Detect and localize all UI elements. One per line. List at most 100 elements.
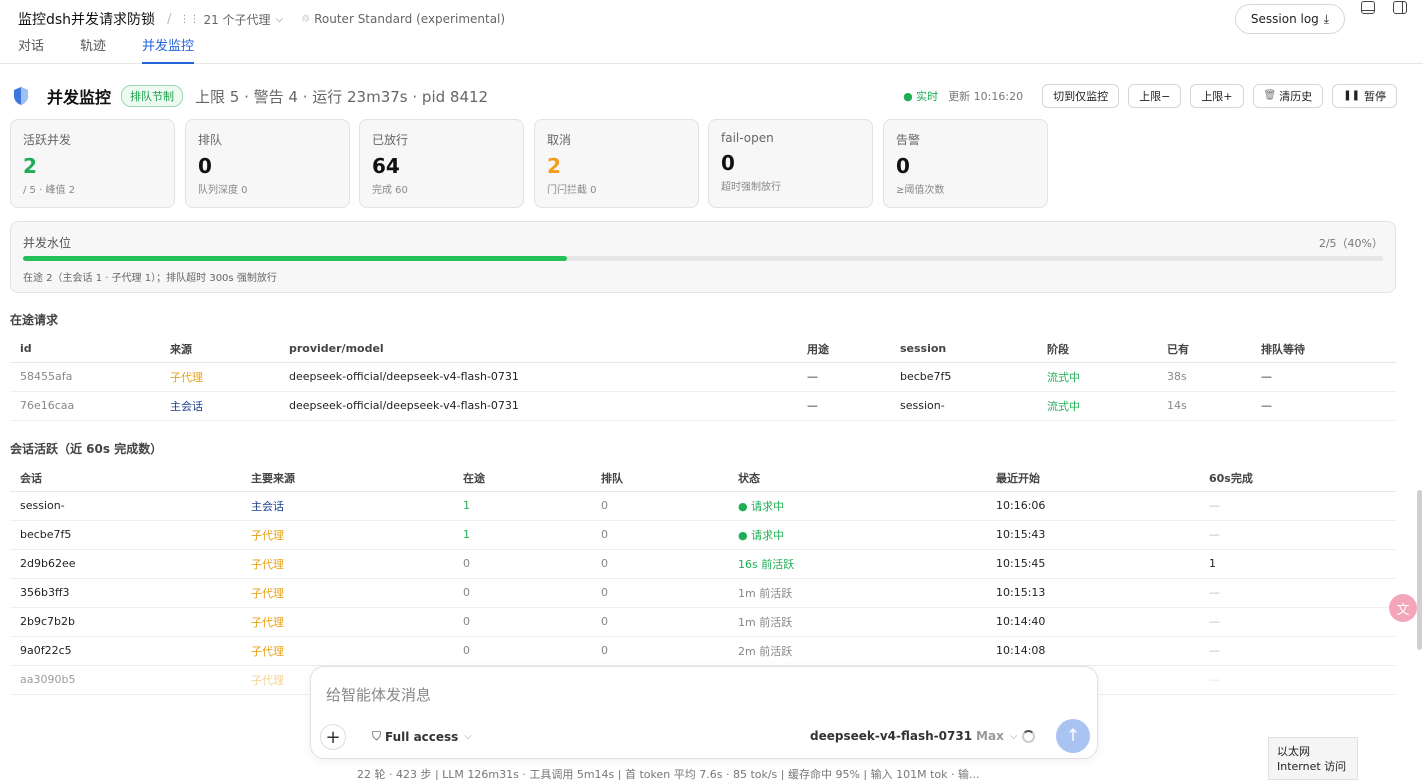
- table-row[interactable]: 58455afa 子代理 deepseek-official/deepseek-…: [10, 362, 1396, 392]
- cell-session: 9a0f22c5: [10, 636, 241, 666]
- limit-increase-button[interactable]: 上限+: [1190, 83, 1244, 108]
- network-line-1: 以太网: [1277, 745, 1310, 758]
- cell-session: 2b9c7b2b: [10, 607, 241, 637]
- toggle-bottom-panel-icon[interactable]: [1361, 1, 1375, 14]
- model-tier: Max: [976, 729, 1004, 743]
- session-footer-stats: 22 轮 · 423 步 | LLM 126m31s · 工具调用 5m14s …: [357, 768, 980, 780]
- message-input[interactable]: 给智能体发消息: [326, 684, 431, 705]
- cell-queued: 0: [591, 636, 728, 666]
- cell-status: ● 请求中: [728, 491, 986, 521]
- table-row[interactable]: becbe7f5 子代理 1 0 ● 请求中 10:15:43 —: [10, 520, 1396, 550]
- router-selector[interactable]: ♲ Router Standard (experimental): [301, 12, 505, 26]
- cell-session: becbe7f5: [890, 362, 1037, 392]
- level-ratio: 2/5（40%）: [1318, 237, 1383, 250]
- cell-source: 主会话: [160, 391, 279, 421]
- inflight-section-title: 在途请求: [10, 313, 59, 327]
- shield-icon: ⛉: [372, 729, 382, 743]
- sessions-table: 会话 主要来源 在途 排队 状态 最近开始 60s完成 session- 主会话…: [10, 465, 1396, 695]
- scrollbar-thumb[interactable]: [1417, 490, 1422, 650]
- cell-inflight: 1: [453, 491, 591, 521]
- card-label: 告警: [896, 133, 921, 147]
- session-log-button[interactable]: Session log ⤓: [1235, 4, 1345, 34]
- app-title: 监控dsh并发请求防锁: [18, 12, 156, 28]
- cell-completed-60s: —: [1199, 520, 1396, 550]
- col-header: 60s完成: [1199, 465, 1396, 492]
- translate-icon[interactable]: 文: [1389, 594, 1417, 622]
- cell-completed-60s: —: [1199, 578, 1396, 608]
- cell-source: 子代理: [160, 362, 279, 392]
- network-line-2: Internet 访问: [1277, 760, 1347, 773]
- cell-source: 主会话: [241, 491, 453, 521]
- card-sub: 超时强制放行: [721, 182, 781, 193]
- cell-session: session-: [890, 391, 1037, 421]
- cell-session: session-: [10, 491, 241, 521]
- col-header: 用途: [797, 336, 890, 363]
- cell-purpose: —: [797, 391, 890, 421]
- card-sub: ≥阈值次数: [896, 185, 945, 196]
- table-row[interactable]: session- 主会话 1 0 ● 请求中 10:16:06 —: [10, 491, 1396, 521]
- model-name: deepseek-v4-flash-0731: [810, 729, 973, 743]
- cell-purpose: —: [797, 362, 890, 392]
- access-dropdown[interactable]: ⛉ Full access ⌵: [372, 729, 472, 744]
- switch-monitor-only-button[interactable]: 切到仅监控: [1042, 83, 1120, 108]
- clear-history-button[interactable]: 🗑 清历史: [1252, 83, 1324, 108]
- col-header: session: [890, 336, 1037, 363]
- cell-model: deepseek-official/deepseek-v4-flash-0731: [279, 362, 797, 392]
- tab-chat[interactable]: 对话: [18, 38, 44, 64]
- monitor-header: 并发监控 排队节制 上限 5 · 警告 4 · 运行 23m37s · pid …: [12, 84, 488, 108]
- cell-status: 1m 前活跃: [728, 607, 986, 637]
- tab-bar: 对话 轨迹 并发监控: [18, 38, 230, 64]
- col-header: 最近开始: [986, 465, 1199, 492]
- cell-inflight: 0: [453, 549, 591, 579]
- cell-last-start: 10:15:43: [986, 520, 1199, 550]
- cell-completed-60s: —: [1199, 491, 1396, 521]
- cell-queued: 0: [591, 578, 728, 608]
- cell-status: ● 请求中: [728, 520, 986, 550]
- table-row[interactable]: 9a0f22c5 子代理 0 0 2m 前活跃 10:14:08 —: [10, 636, 1396, 666]
- toggle-side-panel-icon[interactable]: [1393, 1, 1407, 14]
- chevron-down-icon: ⌵: [1009, 730, 1018, 742]
- table-row[interactable]: 76e16caa 主会话 deepseek-official/deepseek-…: [10, 391, 1396, 421]
- col-header: 在途: [453, 465, 591, 492]
- tab-concurrency-monitor[interactable]: 并发监控: [142, 38, 195, 64]
- cell-elapsed: 14s: [1157, 391, 1251, 421]
- table-row[interactable]: 2b9c7b2b 子代理 0 0 1m 前活跃 10:14:40 —: [10, 607, 1396, 637]
- cell-queue-wait: —: [1251, 391, 1396, 421]
- card-label: 活跃并发: [23, 133, 72, 147]
- table-row[interactable]: 2d9b62ee 子代理 0 0 16s 前活跃 10:15:45 1: [10, 549, 1396, 579]
- level-fill-bar: [23, 256, 567, 261]
- top-bar: 监控dsh并发请求防锁 / ⋮⋮ 21 个子代理 ⌵ ♲ Router Stan…: [0, 0, 1423, 64]
- title-row: 监控dsh并发请求防锁 / ⋮⋮ 21 个子代理 ⌵ ♲ Router Stan…: [18, 9, 505, 29]
- pause-button[interactable]: ❚❚ 暂停: [1332, 83, 1397, 108]
- cell-id: 76e16caa: [10, 391, 160, 421]
- cell-inflight: 0: [453, 578, 591, 608]
- col-header: 排队: [591, 465, 728, 492]
- cell-session: becbe7f5: [10, 520, 241, 550]
- arrow-up-icon[interactable]: ↑: [1056, 719, 1090, 753]
- plus-icon[interactable]: +: [320, 724, 346, 750]
- table-row[interactable]: 356b3ff3 子代理 0 0 1m 前活跃 10:15:13 —: [10, 578, 1396, 608]
- subagents-dropdown[interactable]: ⋮⋮ 21 个子代理 ⌵: [179, 11, 283, 28]
- limit-decrease-button[interactable]: 上限−: [1128, 83, 1182, 108]
- sessions-section-title: 会话活跃（近 60s 完成数）: [10, 442, 163, 456]
- cell-source: 子代理: [241, 636, 453, 666]
- card-label: 取消: [547, 133, 572, 147]
- col-header: 会话: [10, 465, 241, 492]
- card-label: fail-open: [721, 131, 774, 145]
- message-composer: 给智能体发消息 + ⛉ Full access ⌵ deepseek-v4-fl…: [310, 666, 1098, 759]
- level-title: 并发水位: [23, 236, 72, 250]
- card-value: 2: [23, 154, 37, 178]
- monitor-controls: ● 实时 更新 10:16:20 切到仅监控 上限− 上限+ 🗑 清历史 ❚❚ …: [903, 83, 1397, 108]
- tab-trace[interactable]: 轨迹: [80, 38, 106, 64]
- monitor-stats: 上限 5 · 警告 4 · 运行 23m37s · pid 8412: [195, 87, 489, 106]
- cell-queued: 0: [591, 520, 728, 550]
- cell-completed-60s: —: [1199, 607, 1396, 637]
- monitor-title: 并发监控: [47, 88, 112, 107]
- col-header: 已有: [1157, 336, 1251, 363]
- cell-status: 1m 前活跃: [728, 578, 986, 608]
- updated-time: 更新 10:16:20: [948, 89, 1024, 103]
- cell-queued: 0: [591, 491, 728, 521]
- concurrency-level-panel: 并发水位 2/5（40%） 在途 2（主会话 1 · 子代理 1）；排队超时 3…: [10, 221, 1396, 293]
- router-label: Router Standard (experimental): [314, 12, 506, 26]
- model-selector[interactable]: deepseek-v4-flash-0731 Max ⌵: [810, 729, 1017, 743]
